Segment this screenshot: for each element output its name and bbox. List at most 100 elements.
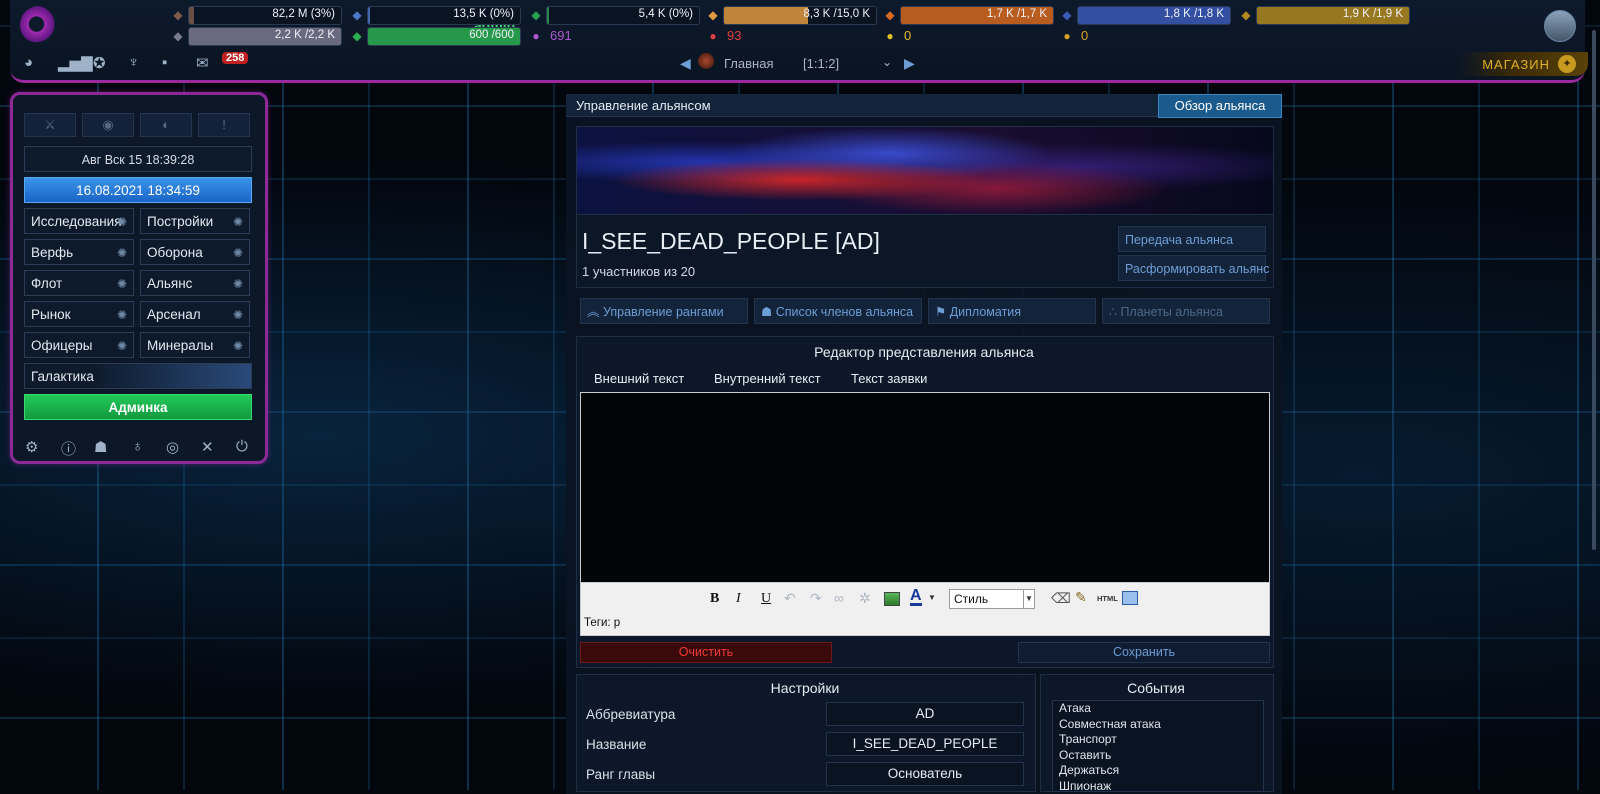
- chevron-down-icon[interactable]: ⌄: [882, 55, 892, 69]
- alliance-members-count: 1 участников из 20: [582, 264, 696, 279]
- trophy-icon[interactable]: ♆: [128, 54, 139, 71]
- sword-icon[interactable]: ⚔: [24, 113, 76, 137]
- alliance-name: I_SEE_DEAD_PEOPLE [AD]: [582, 228, 880, 254]
- page-scrollbar[interactable]: [1592, 30, 1596, 550]
- clear-button[interactable]: Очистить: [580, 642, 832, 663]
- support-icon[interactable]: ◎: [166, 438, 179, 456]
- html-icon[interactable]: HTML: [1097, 594, 1118, 603]
- crystal-icon: ◆: [352, 8, 362, 22]
- sidebar-item[interactable]: Офицеры ✺: [24, 332, 134, 358]
- bold-icon[interactable]: B: [710, 591, 719, 607]
- style-select[interactable]: Стиль ▼: [949, 589, 1035, 609]
- resource-bar[interactable]: 13,5 K (0%): [367, 6, 521, 25]
- sidebar-item[interactable]: Минералы ✺: [140, 332, 250, 358]
- setting-value-field[interactable]: I_SEE_DEAD_PEOPLE: [826, 732, 1024, 756]
- sidebar-item[interactable]: Рынок ✺: [24, 301, 134, 327]
- tab-member-list[interactable]: ☗ Список членов альянса: [754, 298, 922, 324]
- event-option[interactable]: Атака: [1053, 701, 1263, 717]
- editor-tags: Теги: p: [584, 617, 621, 629]
- sidebar-item[interactable]: Альянс ✺: [140, 270, 250, 296]
- resource-bar[interactable]: 82,2 M (3%): [188, 6, 342, 25]
- sidebar-item-label: Верфь: [31, 245, 74, 260]
- event-option[interactable]: Оставить: [1053, 748, 1263, 764]
- eraser-icon[interactable]: ⌫: [1051, 590, 1071, 607]
- text-color-icon[interactable]: A: [910, 588, 922, 606]
- editor-textarea[interactable]: [580, 392, 1270, 584]
- sidebar-item[interactable]: Флот ✺: [24, 270, 134, 296]
- avatar[interactable]: [1544, 10, 1576, 42]
- undo-icon[interactable]: ↶: [784, 590, 796, 607]
- eye-icon[interactable]: ◉: [82, 113, 134, 137]
- messages-badge[interactable]: 258: [222, 52, 249, 64]
- fleet-icon: ✺: [116, 277, 127, 291]
- resource-bar[interactable]: 1,7 K /1,7 K: [900, 6, 1054, 25]
- tab-rank-management[interactable]: ︽ Управление рангами: [580, 298, 748, 324]
- resource-bar[interactable]: 1,9 K /1,9 K: [1256, 6, 1410, 25]
- tab-alliance-planets[interactable]: ∴ Планеты альянса: [1102, 298, 1270, 324]
- sidebar-item[interactable]: Оборона ✺: [140, 239, 250, 265]
- resource-value: 1,7 K /1,7 K: [986, 8, 1047, 20]
- setting-value-field[interactable]: AD: [826, 702, 1024, 726]
- messages-icon[interactable]: ✉: [196, 54, 209, 72]
- tab-diplomacy[interactable]: ⚑ Дипломатия: [928, 298, 1096, 324]
- brush-icon[interactable]: ✎: [1075, 589, 1087, 606]
- resource-counter: 93: [727, 28, 742, 43]
- pin-icon[interactable]: !: [198, 113, 250, 137]
- galaxy-button[interactable]: Галактика: [24, 363, 252, 389]
- prev-planet-icon[interactable]: ◀: [680, 55, 691, 72]
- sidebar-item-label: Арсенал: [147, 307, 201, 322]
- unlink-icon[interactable]: ✲: [859, 590, 871, 607]
- planet-name[interactable]: Главная: [724, 56, 773, 71]
- resource-fill: [189, 7, 194, 24]
- image-icon[interactable]: [884, 592, 900, 606]
- achievements-icon[interactable]: ✪: [93, 54, 106, 72]
- sidebar-item[interactable]: Верфь ✺: [24, 239, 134, 265]
- alliance-overview-button[interactable]: Обзор альянса: [1158, 94, 1282, 118]
- tab-application-text[interactable]: Текст заявки: [851, 371, 927, 386]
- resource-bar[interactable]: 8,3 K /15,0 K: [723, 6, 877, 25]
- resource-bar[interactable]: 1,8 K /1,8 K: [1077, 6, 1231, 25]
- save-button[interactable]: Сохранить: [1018, 642, 1270, 663]
- redo-icon[interactable]: ↷: [810, 590, 822, 607]
- event-option[interactable]: Совместная атака: [1053, 717, 1263, 733]
- info-icon[interactable]: ⓘ: [61, 438, 76, 459]
- setting-value-field[interactable]: Основатель: [826, 762, 1024, 786]
- transfer-alliance-button[interactable]: Передача альянса: [1118, 226, 1266, 252]
- italic-icon[interactable]: I: [736, 591, 741, 607]
- resource-bar[interactable]: 600 /600: [367, 27, 521, 46]
- users-icon[interactable]: ☗: [94, 438, 107, 456]
- disband-alliance-button[interactable]: Расформировать альянс: [1118, 255, 1269, 281]
- underline-icon[interactable]: U: [761, 591, 771, 607]
- settings-icon[interactable]: ⚙: [25, 438, 38, 456]
- chevron-down-icon[interactable]: ▼: [928, 593, 936, 602]
- shop-button[interactable]: МАГАЗИН ✦: [1460, 52, 1588, 76]
- chart-icon: ✺: [232, 339, 243, 353]
- radiation-icon: ◆: [352, 29, 362, 43]
- power-icon[interactable]: ⏻: [236, 438, 248, 455]
- fullscreen-icon[interactable]: [1122, 591, 1138, 605]
- sidebar-item[interactable]: Арсенал ✺: [140, 301, 250, 327]
- members-icon: ☗: [761, 305, 773, 319]
- resource-bar[interactable]: 5,4 K (0%): [546, 6, 700, 25]
- medal-icon[interactable]: ♁: [132, 438, 143, 455]
- tab-external-text[interactable]: Внешний текст: [594, 371, 684, 386]
- resource-bar[interactable]: 2,2 K /2,2 K: [188, 27, 342, 46]
- overview-icon[interactable]: ◕: [24, 54, 33, 71]
- tab-internal-text[interactable]: Внутренний текст: [714, 371, 821, 386]
- ranks-icon: ︽: [587, 305, 600, 319]
- next-planet-icon[interactable]: ▶: [904, 55, 915, 72]
- admin-button[interactable]: Админка: [24, 394, 252, 420]
- statistics-icon[interactable]: ▂▅▇: [58, 54, 93, 72]
- event-option[interactable]: Держаться: [1053, 763, 1263, 779]
- event-option[interactable]: Транспорт: [1053, 732, 1263, 748]
- chat-icon[interactable]: ▪: [162, 54, 167, 71]
- planet-coords[interactable]: [1:1:2]: [803, 56, 839, 71]
- resource-value: 600 /600: [469, 29, 514, 41]
- link-icon[interactable]: ∞: [834, 590, 844, 606]
- sidebar-item[interactable]: Исследования ✺: [24, 208, 134, 234]
- moon-icon[interactable]: ◐: [140, 113, 192, 137]
- tools-icon[interactable]: ✕: [201, 438, 214, 456]
- sidebar-item[interactable]: Постройки ✺: [140, 208, 250, 234]
- events-list[interactable]: Атака Совместная атака Транспорт Оставить Де…: [1052, 700, 1264, 792]
- resource-value: 82,2 M (3%): [272, 8, 335, 20]
